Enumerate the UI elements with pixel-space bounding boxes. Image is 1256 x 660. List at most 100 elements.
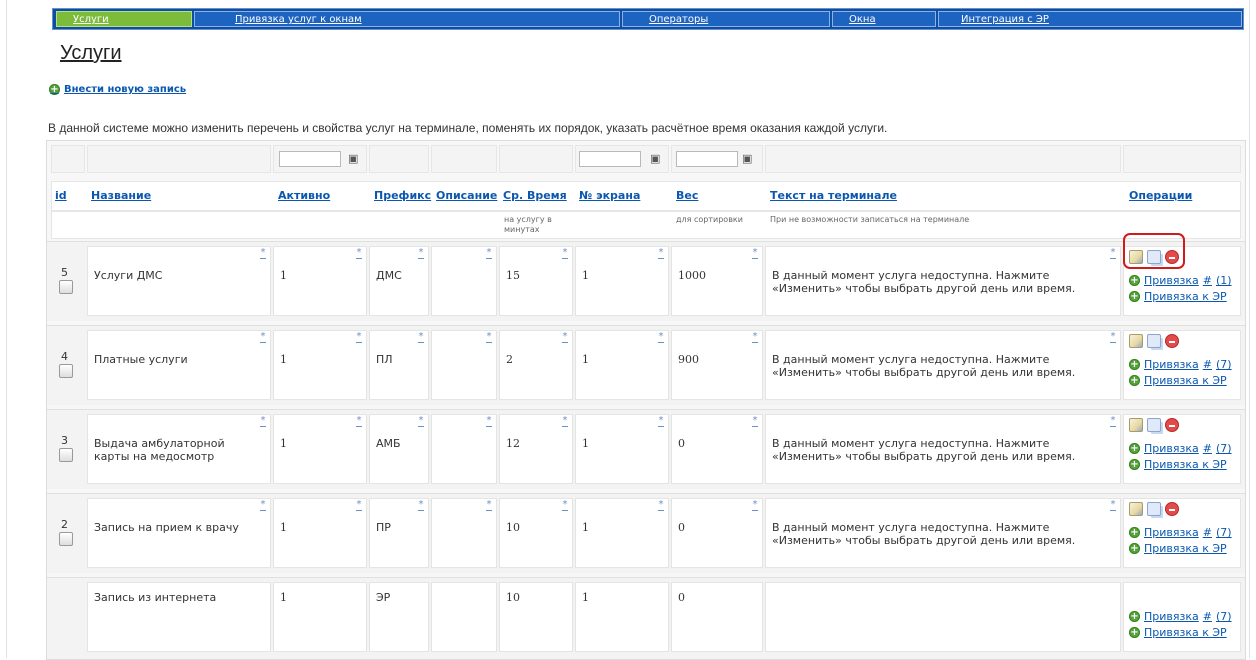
er-binding-link[interactable]: + Привязка к ЭР [1129, 458, 1227, 471]
row-id: 4 [61, 350, 68, 363]
binding-hash-link[interactable]: # [1203, 274, 1212, 287]
cell-prefix[interactable]: * АМБ [369, 414, 429, 484]
cell-avg-time[interactable]: * 12 [499, 414, 573, 484]
asterisk-icon: * [658, 499, 664, 510]
binding-link[interactable]: + Привязка # (7) [1129, 358, 1232, 371]
page-frame-right [1249, 0, 1250, 658]
cell-active[interactable]: * 1 [273, 414, 367, 484]
binding-hash-link[interactable]: # [1203, 358, 1212, 371]
cell-active[interactable]: * 1 [273, 498, 367, 568]
cell-avg-time[interactable]: * 15 [499, 246, 573, 316]
cell-weight[interactable]: * 900 [671, 330, 763, 400]
filter-screen-input[interactable] [579, 151, 641, 167]
cell-avg-time[interactable]: * 2 [499, 330, 573, 400]
header-active[interactable]: Активно [278, 189, 330, 202]
binding-hash-link[interactable]: # [1203, 610, 1212, 623]
binding-hash-link[interactable]: # [1203, 442, 1212, 455]
binding-count[interactable]: (1) [1216, 274, 1232, 287]
cell-terminal-text[interactable]: * В данный момент услуга недоступна. Нажм… [765, 414, 1121, 484]
tab-services[interactable]: Услуги [56, 11, 192, 27]
binding-link[interactable]: + Привязка # (7) [1129, 526, 1232, 539]
header-avg-time[interactable]: Ср. Время [503, 189, 567, 202]
tab-er-integration[interactable]: Интеграция с ЭР [938, 11, 1242, 27]
tab-service-binding[interactable]: Привязка услуг к окнам [194, 11, 620, 27]
filter-weight-input[interactable] [676, 151, 738, 167]
services-table: ▣ ▣ ▣ id Название Активно Префикс Описан… [46, 140, 1246, 660]
header-screen[interactable]: № экрана [579, 189, 640, 202]
copy-icon[interactable] [1147, 502, 1161, 516]
asterisk-icon: * [1110, 415, 1116, 426]
copy-icon[interactable] [1147, 334, 1161, 348]
cell-weight[interactable]: * 1000 [671, 246, 763, 316]
edit-icon[interactable] [1129, 334, 1143, 348]
cell-name[interactable]: * Услуги ДМС [87, 246, 271, 316]
header-operations[interactable]: Операции [1129, 189, 1192, 202]
cell-screen[interactable]: * 1 [575, 246, 669, 316]
row-checkbox[interactable] [59, 364, 73, 378]
row-checkbox[interactable] [59, 532, 73, 546]
binding-link[interactable]: + Привязка # (7) [1129, 442, 1232, 455]
cell-terminal-text[interactable]: * В данный момент услуга недоступна. Нажм… [765, 330, 1121, 400]
edit-icon[interactable] [1129, 502, 1143, 516]
binoculars-icon[interactable]: ▣ [650, 152, 660, 165]
tab-operators[interactable]: Операторы [622, 11, 830, 27]
binoculars-icon[interactable]: ▣ [742, 152, 752, 165]
er-binding-link[interactable]: + Привязка к ЭР [1129, 290, 1227, 303]
er-binding-link[interactable]: + Привязка к ЭР [1129, 626, 1227, 639]
row-id: 2 [61, 518, 68, 531]
er-binding-link[interactable]: + Привязка к ЭР [1129, 374, 1227, 387]
row-checkbox[interactable] [59, 448, 73, 462]
header-prefix[interactable]: Префикс [374, 189, 431, 202]
header-name[interactable]: Название [91, 189, 151, 202]
header-id[interactable]: id [55, 189, 67, 202]
cell-active[interactable]: * 1 [273, 330, 367, 400]
binding-count[interactable]: (7) [1216, 526, 1232, 539]
binding-count[interactable]: (7) [1216, 358, 1232, 371]
cell-active[interactable]: * 1 [273, 246, 367, 316]
cell-name[interactable]: * Выдача амбулаторной карты на медосмотр [87, 414, 271, 484]
cell-avg-time[interactable]: * 10 [499, 498, 573, 568]
filter-active-input[interactable] [279, 151, 341, 167]
cell-prefix[interactable]: * ПР [369, 498, 429, 568]
row-checkbox[interactable] [59, 280, 73, 294]
cell-weight[interactable]: * 0 [671, 414, 763, 484]
asterisk-icon: * [356, 499, 362, 510]
header-weight[interactable]: Вес [676, 189, 698, 202]
delete-icon[interactable] [1165, 418, 1179, 432]
op-icons [1129, 418, 1179, 432]
cell-terminal-text[interactable]: * В данный момент услуга недоступна. Нажм… [765, 498, 1121, 568]
tab-windows[interactable]: Окна [832, 11, 936, 27]
filter-cell [1123, 145, 1241, 173]
binding-hash-link[interactable]: # [1203, 526, 1212, 539]
binding-link[interactable]: + Привязка # (7) [1129, 610, 1232, 623]
copy-icon[interactable] [1147, 418, 1161, 432]
binding-count[interactable]: (7) [1216, 610, 1232, 623]
asterisk-icon: * [486, 499, 492, 510]
cell-prefix[interactable]: * ДМС [369, 246, 429, 316]
er-binding-link[interactable]: + Привязка к ЭР [1129, 542, 1227, 555]
binding-link[interactable]: + Привязка # (1) [1129, 274, 1232, 287]
binoculars-icon[interactable]: ▣ [348, 152, 358, 165]
cell-description[interactable]: * [431, 246, 497, 316]
cell-description[interactable]: * [431, 330, 497, 400]
header-terminal-text[interactable]: Текст на терминале [770, 189, 897, 202]
add-record-link[interactable]: + Внести новую запись [49, 84, 186, 95]
cell-screen[interactable]: * 1 [575, 498, 669, 568]
cell-name[interactable]: * Платные услуги [87, 330, 271, 400]
cell-prefix[interactable]: * ПЛ [369, 330, 429, 400]
edit-icon[interactable] [1129, 418, 1143, 432]
header-description[interactable]: Описание [436, 189, 497, 202]
delete-icon[interactable] [1165, 334, 1179, 348]
cell-screen[interactable]: * 1 [575, 414, 669, 484]
cell-description[interactable]: * [431, 414, 497, 484]
cell-weight[interactable]: * 0 [671, 498, 763, 568]
delete-icon[interactable] [1165, 502, 1179, 516]
cell-terminal-text[interactable]: * В данный момент услуга недоступна. Нажм… [765, 246, 1121, 316]
asterisk-icon: * [486, 415, 492, 426]
cell-description[interactable]: * [431, 498, 497, 568]
cell-screen[interactable]: * 1 [575, 330, 669, 400]
cell-name[interactable]: * Запись на прием к врачу [87, 498, 271, 568]
binding-count[interactable]: (7) [1216, 442, 1232, 455]
asterisk-icon: * [562, 247, 568, 258]
subheader-terminal-text: При не возможности записаться на термина… [770, 215, 970, 224]
